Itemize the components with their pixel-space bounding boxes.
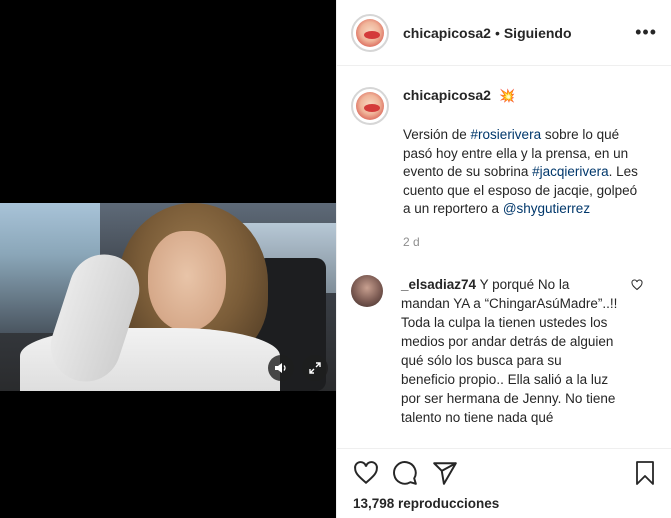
post-header: chicapicosa2 • Siguiendo ••• — [337, 0, 671, 66]
comment-item: _elsadiaz74 Y porqué No la mandan YA a “… — [337, 249, 671, 427]
caption-username[interactable]: chicapicosa2 — [403, 87, 491, 103]
comment-icon[interactable] — [392, 460, 418, 486]
more-options-icon[interactable]: ••• — [635, 22, 657, 43]
hashtag-jacqierivera[interactable]: #jacqierivera — [532, 164, 609, 179]
explosion-emoji: 💥 — [499, 88, 516, 103]
mention-shygutierrez[interactable]: @shygutierrez — [503, 201, 590, 216]
following-button[interactable]: Siguiendo — [504, 25, 572, 41]
media-area — [0, 0, 336, 518]
separator-dot: • — [494, 24, 500, 41]
caption-avatar[interactable] — [351, 87, 389, 125]
person-face — [148, 231, 226, 331]
caption-text: Versión de #rosierivera sobre lo qué pas… — [403, 127, 638, 216]
commenter-avatar[interactable] — [351, 274, 383, 307]
profile-avatar[interactable] — [351, 13, 389, 52]
expand-icon — [309, 362, 321, 374]
comments-scroll-area[interactable]: chicapicosa2 💥 Versión de #rosierivera s… — [337, 67, 671, 447]
views-count[interactable]: 13,798 reproducciones — [353, 496, 499, 511]
speaker-icon — [275, 363, 286, 373]
header-username[interactable]: chicapicosa2 — [403, 25, 491, 41]
post-panel: chicapicosa2 • Siguiendo ••• chicapicosa… — [336, 0, 671, 518]
commenter-username[interactable]: _elsadiaz74 — [401, 277, 476, 292]
hashtag-rosierivera[interactable]: #rosierivera — [471, 127, 542, 142]
comment-heart-icon[interactable] — [631, 278, 643, 291]
heart-icon[interactable] — [353, 460, 379, 486]
bookmark-icon[interactable] — [633, 460, 657, 486]
action-bar: 13,798 reproducciones — [337, 448, 671, 518]
caption: chicapicosa2 💥 Versión de #rosierivera s… — [337, 67, 671, 249]
comment-text: _elsadiaz74 Y porqué No la mandan YA a “… — [401, 276, 618, 425]
send-icon[interactable] — [432, 460, 458, 486]
expand-button[interactable] — [302, 355, 328, 381]
post-age: 2 d — [403, 234, 420, 249]
sound-button[interactable] — [268, 355, 294, 381]
